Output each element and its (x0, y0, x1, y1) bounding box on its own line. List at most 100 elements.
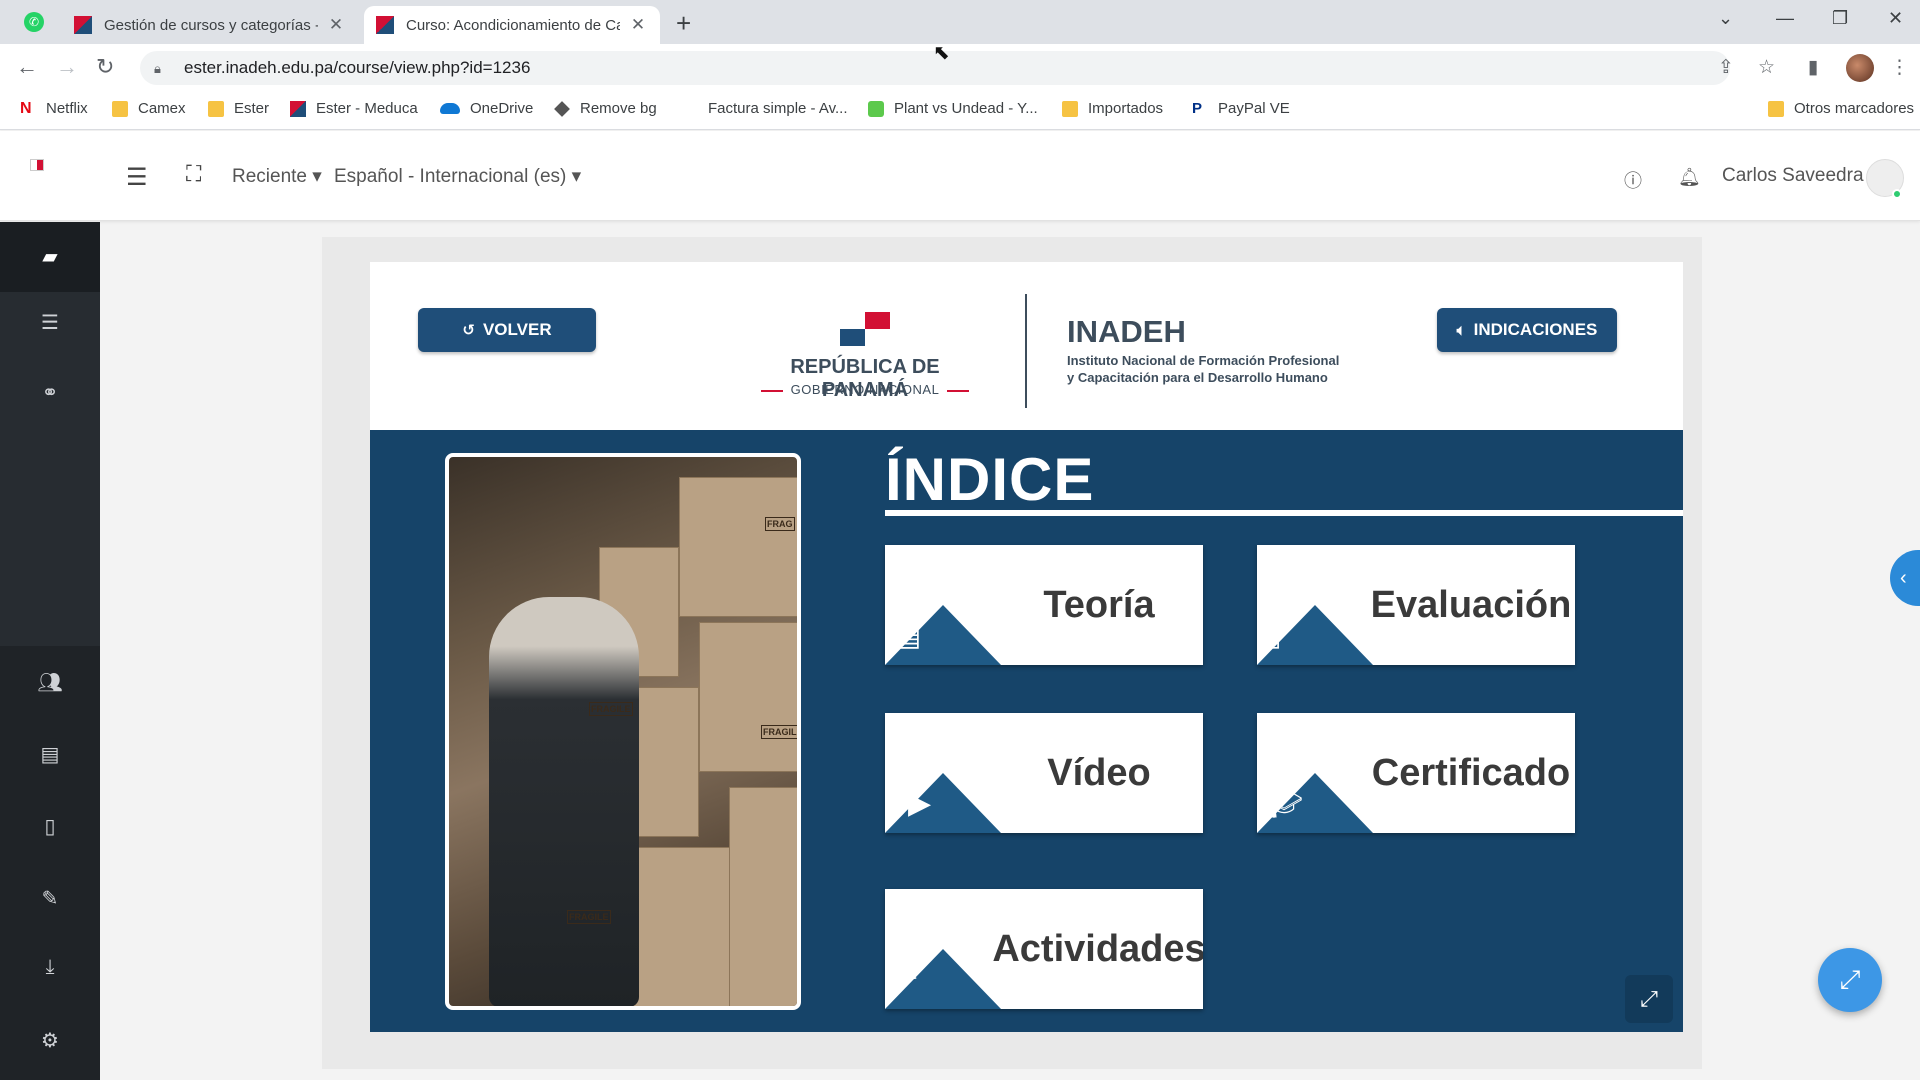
restore-icon[interactable]: ❐ (1832, 8, 1848, 29)
close-icon[interactable]: ✕ (326, 15, 346, 35)
site-logo[interactable] (6, 159, 96, 195)
course-slide: ↺ VOLVER REPÚBLICA DE PANAMÁ GOBIERNO NAC… (370, 262, 1683, 1032)
site-header: ☰ ⛶ Reciente ▾ Español - Internacional (… (0, 131, 1920, 221)
inadeh-favicon (290, 100, 306, 117)
settings-icon[interactable]: ⚙ (0, 1028, 100, 1053)
forward-arrow-icon[interactable]: → (56, 54, 78, 80)
inadeh-favicon (376, 16, 394, 34)
index-title: ÍNDICE (885, 446, 1095, 513)
profile-avatar[interactable] (1846, 54, 1874, 82)
reload-icon[interactable]: ↻ (96, 54, 114, 80)
user-name[interactable]: Carlos Saveedra (1722, 165, 1864, 187)
bookmark-onedrive[interactable]: OneDrive (440, 100, 533, 117)
netflix-icon: N (20, 99, 32, 117)
paper-plane-icon: ✈ (893, 963, 919, 996)
volver-button[interactable]: ↺ VOLVER (418, 308, 596, 352)
fullscreen-icon[interactable]: ⛶ (186, 161, 201, 187)
window-close-icon[interactable]: ✕ (1888, 8, 1903, 29)
republic-subtitle: GOBIERNO NACIONAL (745, 382, 985, 397)
slide-header: ↺ VOLVER REPÚBLICA DE PANAMÁ GOBIERNO NAC… (370, 262, 1683, 430)
browser-toolbar: ← → ↻ 🔒︎ ester.inadeh.edu.pa/course/view… (0, 44, 1920, 92)
card-evaluacion[interactable]: ▯ Evaluación (1257, 545, 1575, 665)
fragile-label: FRAG (765, 517, 795, 531)
panama-flag (840, 312, 890, 346)
file-icon[interactable]: ▯ (0, 814, 100, 839)
url-text[interactable]: ester.inadeh.edu.pa/course/view.php?id=1… (184, 58, 530, 78)
worker-figure (489, 597, 639, 1006)
users-icon[interactable]: 👥︎ (0, 670, 100, 695)
cardboard-box (679, 477, 797, 617)
other-bookmarks[interactable]: Otros marcadores (1768, 100, 1914, 117)
folder-icon (1768, 100, 1784, 117)
archive-icon[interactable]: ▤ (0, 742, 100, 767)
recent-menu[interactable]: Reciente ▾ (232, 165, 322, 188)
bookmark-factura-simple[interactable]: Factura simple - Av... (708, 100, 848, 117)
card-certificado[interactable]: 🎓︎ Certificado (1257, 713, 1575, 833)
bookmark-importados[interactable]: Importados (1062, 100, 1163, 117)
bookmark-plant-vs-undead[interactable]: Plant vs Undead - Y... (868, 100, 1038, 117)
chevron-left-icon[interactable]: ‹ (1890, 550, 1920, 606)
tab-curso-acondicionamiento[interactable]: Curso: Acondicionamiento de Ca ✕ (364, 6, 660, 44)
inadeh-favicon (74, 16, 92, 34)
card-teoria[interactable]: ▤ Teoría (885, 545, 1203, 665)
bookmark-camex[interactable]: Camex (112, 100, 186, 117)
fullscreen-toggle-icon[interactable]: ⤢ (1818, 948, 1882, 1012)
document-icon: ▯ (1265, 619, 1282, 652)
side-panel-icon[interactable]: ▮ (1808, 56, 1818, 79)
brush-icon[interactable]: ✎ (0, 886, 100, 911)
return-icon: ↺ (462, 322, 475, 339)
kebab-menu-icon[interactable]: ⋮ (1890, 56, 1909, 79)
inadeh-subtitle: Instituto Nacional de Formación Profesio… (1067, 353, 1340, 385)
folder-icon (1062, 100, 1078, 117)
back-arrow-icon[interactable]: ← (16, 54, 38, 80)
hamburger-menu-icon[interactable]: ☰ (126, 163, 148, 192)
list-icon[interactable]: ☰ (0, 310, 100, 335)
card-actividades[interactable]: ✈ Actividades (885, 889, 1203, 1009)
lock-icon: 🔒︎ (154, 61, 161, 76)
chevron-down-icon[interactable]: ⌄ (1718, 8, 1733, 29)
warehouse-worker-photo: FRAGILE FRAGILE FRAGILE FRAG (445, 453, 801, 1010)
graduation-cap-icon: 🎓︎ (1265, 787, 1304, 820)
fragile-label: FRAGILE (589, 702, 633, 716)
header-divider (1025, 294, 1027, 408)
card-label: Certificado (1371, 751, 1571, 794)
tab-gestion-cursos[interactable]: Gestión de cursos y categorías - ✕ (62, 6, 358, 44)
index-underline (885, 510, 1683, 516)
download-icon[interactable]: ⤓ (0, 956, 100, 979)
bookmark-netflix[interactable]: N Netflix (20, 100, 88, 117)
help-icon[interactable]: ⓘ (1624, 167, 1642, 193)
bookmark-ester[interactable]: Ester (208, 100, 269, 117)
whatsapp-icon[interactable]: ✆ (24, 12, 44, 32)
new-tab-icon[interactable]: + (676, 8, 691, 39)
index-section: FRAGILE FRAGILE FRAGILE FRAG ÍNDICE ▤ Te… (370, 430, 1683, 1032)
expand-icon[interactable]: ⤢ (1625, 975, 1673, 1023)
bell-icon[interactable]: 🔔︎ (1678, 167, 1701, 188)
star-icon[interactable]: ☆ (1758, 56, 1775, 79)
layers-icon (554, 100, 570, 117)
bookmark-paypal[interactable]: P PayPal VE (1192, 100, 1290, 117)
language-menu[interactable]: Español - Internacional (es) ▾ (334, 165, 581, 188)
book-open-icon: ▤ (893, 619, 922, 652)
card-video[interactable]: ⏸▶ Vídeo (885, 713, 1203, 833)
share-icon[interactable]: ⇪ (1718, 56, 1734, 79)
browser-tab-strip: ✆ Gestión de cursos y categorías - ✕ Cur… (0, 0, 1920, 44)
paypal-icon: P (1192, 99, 1203, 117)
card-label: Teoría (1043, 583, 1155, 626)
folder-icon (208, 100, 224, 117)
link-icon[interactable]: ⚭ (0, 380, 100, 405)
cardboard-box (729, 787, 797, 1006)
book-icon[interactable]: ▰ (0, 222, 100, 292)
close-icon[interactable]: ✕ (628, 15, 648, 35)
leaf-icon (868, 100, 884, 117)
online-status-dot (1892, 189, 1902, 199)
indicaciones-button[interactable]: 🔈︎ INDICACIONES (1437, 308, 1617, 352)
cloud-icon (440, 103, 460, 114)
fragile-label: FRAGILE (761, 725, 797, 739)
minimize-icon[interactable]: — (1776, 8, 1794, 29)
folder-icon (112, 100, 128, 117)
bookmark-ester-meduca[interactable]: Ester - Meduca (290, 100, 418, 117)
card-label: Actividades (992, 927, 1203, 970)
tab-title: Curso: Acondicionamiento de Ca (406, 16, 620, 34)
panama-flag-icon (30, 159, 44, 171)
bookmark-remove-bg[interactable]: Remove bg (554, 100, 657, 117)
